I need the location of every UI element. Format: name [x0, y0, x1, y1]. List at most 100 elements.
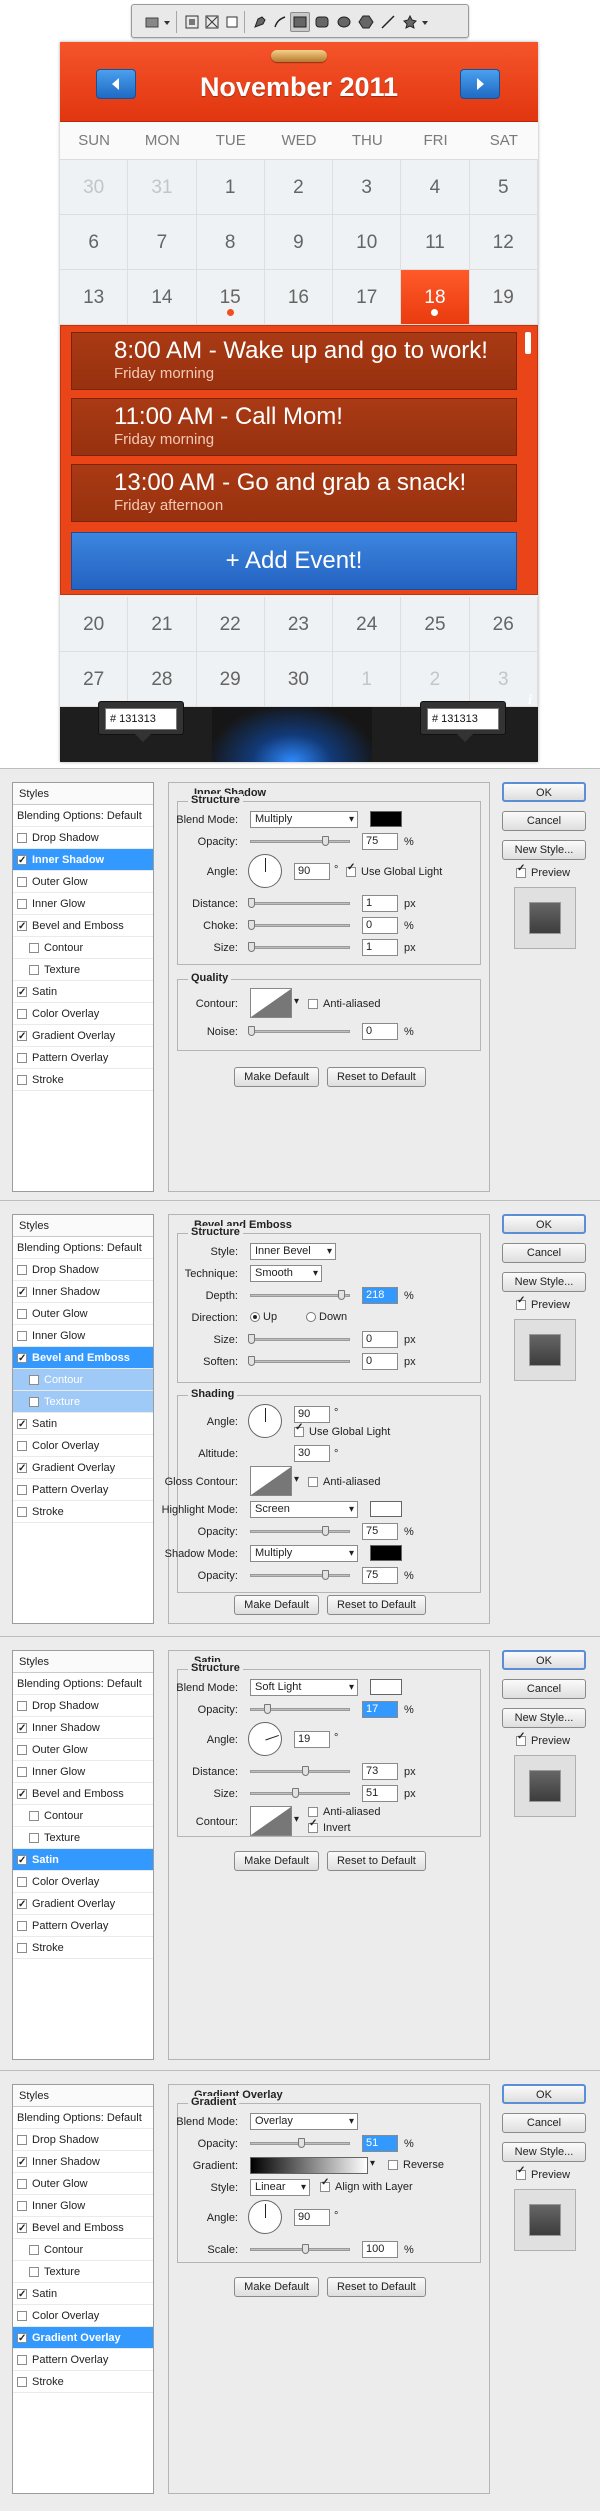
day-cell[interactable]: 21 — [128, 597, 197, 652]
style-item-pattern-overlay[interactable]: Pattern Overlay — [13, 1915, 153, 1937]
style-item-blending[interactable]: Blending Options: Default — [13, 805, 153, 827]
reset-default-button[interactable]: Reset to Default — [326, 1851, 426, 1871]
choke-slider[interactable] — [250, 924, 350, 927]
day-cell[interactable]: 1 — [333, 652, 402, 707]
day-cell-with-event[interactable]: 15 — [196, 270, 265, 325]
ok-button[interactable]: OK — [502, 1650, 586, 1670]
checkbox[interactable] — [17, 898, 27, 909]
styles-header[interactable]: Styles — [13, 1215, 153, 1237]
day-cell[interactable]: 3 — [333, 160, 402, 215]
day-cell[interactable]: 16 — [264, 270, 334, 325]
down-radio[interactable]: Down — [306, 1311, 347, 1323]
info-icon[interactable]: i — [528, 693, 532, 709]
dropdown-arrow-icon[interactable] — [420, 12, 430, 32]
style-item-satin[interactable]: Satin — [13, 1849, 153, 1872]
checkbox[interactable] — [29, 942, 39, 953]
style-item-blending[interactable]: Blending Options: Default — [13, 1237, 153, 1259]
global-light-checkbox[interactable]: Use Global Light — [294, 1422, 390, 1438]
opacity-slider[interactable] — [250, 1530, 350, 1533]
preview-checkbox[interactable]: Preview — [502, 1295, 586, 1311]
style-item-inner-glow[interactable]: Inner Glow — [13, 1325, 153, 1347]
blend-mode-select[interactable]: Overlay — [250, 2113, 358, 2130]
day-cell[interactable]: 22 — [196, 597, 265, 652]
opacity-input[interactable]: 75 — [362, 1523, 398, 1540]
anti-aliased-checkbox[interactable]: Anti-aliased — [308, 1476, 380, 1488]
rectangle-tool-icon[interactable] — [290, 12, 310, 32]
style-item-drop-shadow[interactable]: Drop Shadow — [13, 1695, 153, 1717]
freeform-pen-icon[interactable] — [270, 12, 290, 32]
day-cell[interactable]: 30 — [264, 652, 334, 707]
pen-tool-icon[interactable] — [250, 12, 270, 32]
reset-default-button[interactable]: Reset to Default — [326, 1067, 426, 1087]
shadow-mode-select[interactable]: Multiply — [250, 1545, 358, 1562]
new-style-button[interactable]: New Style... — [502, 1272, 586, 1292]
style-item-inner-shadow[interactable]: Inner Shadow — [13, 849, 153, 872]
styles-header[interactable]: Styles — [13, 783, 153, 805]
style-item-texture[interactable]: Texture — [13, 1827, 153, 1849]
style-item-stroke[interactable]: Stroke — [13, 1501, 153, 1523]
style-item-texture[interactable]: Texture — [13, 959, 153, 981]
make-default-button[interactable]: Make Default — [234, 1851, 319, 1871]
style-item-outer-glow[interactable]: Outer Glow — [13, 1303, 153, 1325]
styles-header[interactable]: Styles — [13, 1651, 153, 1673]
preview-checkbox[interactable]: Preview — [502, 1731, 586, 1747]
anti-aliased-checkbox[interactable]: Anti-aliased — [308, 998, 380, 1010]
hex-value[interactable]: # 131313 — [105, 708, 177, 730]
day-cell[interactable]: 30 — [60, 160, 129, 215]
day-cell[interactable]: 11 — [401, 215, 470, 270]
slider-knob[interactable] — [248, 942, 255, 952]
day-cell[interactable]: 4 — [401, 160, 470, 215]
checkbox[interactable] — [17, 982, 27, 1004]
style-item-contour[interactable]: Contour — [13, 2239, 153, 2261]
style-item-bevel[interactable]: Bevel and Emboss — [13, 2217, 153, 2240]
preview-checkbox[interactable]: Preview — [502, 2165, 586, 2181]
opacity-input[interactable]: 75 — [362, 833, 398, 850]
ok-button[interactable]: OK — [502, 782, 586, 802]
size-slider[interactable] — [250, 946, 350, 949]
style-item-contour[interactable]: Contour — [13, 937, 153, 959]
style-item-texture[interactable]: Texture — [13, 2261, 153, 2283]
angle-dial[interactable] — [248, 854, 282, 888]
slider-knob[interactable] — [298, 2138, 305, 2148]
style-item-satin[interactable]: Satin — [13, 981, 153, 1004]
day-cell[interactable]: 23 — [264, 597, 334, 652]
opacity-input[interactable]: 17 — [362, 1701, 398, 1718]
new-style-button[interactable]: New Style... — [502, 1708, 586, 1728]
distance-input[interactable]: 73 — [362, 1763, 398, 1780]
angle-input[interactable]: 90 — [294, 2209, 330, 2226]
day-cell[interactable]: 6 — [60, 215, 129, 270]
style-item-gradient-overlay[interactable]: Gradient Overlay — [13, 1893, 153, 1916]
day-cell[interactable]: 2 — [264, 160, 334, 215]
style-item-drop-shadow[interactable]: Drop Shadow — [13, 1259, 153, 1281]
size-slider[interactable] — [250, 1338, 350, 1341]
style-item-bevel[interactable]: Bevel and Emboss — [13, 915, 153, 938]
style-item-drop-shadow[interactable]: Drop Shadow — [13, 827, 153, 849]
reset-default-button[interactable]: Reset to Default — [326, 2277, 426, 2297]
style-item-texture[interactable]: Texture — [13, 1391, 153, 1413]
angle-dial[interactable] — [248, 2200, 282, 2234]
slider-knob[interactable] — [248, 898, 255, 908]
style-item-inner-glow[interactable]: Inner Glow — [13, 1761, 153, 1783]
checkbox[interactable] — [17, 1052, 27, 1063]
event-item[interactable]: 11:00 AM - Call Mom! Friday morning — [71, 398, 517, 456]
noise-input[interactable]: 0 — [362, 1023, 398, 1040]
size-input[interactable]: 1 — [362, 939, 398, 956]
chevron-down-icon[interactable]: ▾ — [370, 2158, 375, 2169]
highlight-mode-select[interactable]: Screen — [250, 1501, 358, 1518]
style-item-blending[interactable]: Blending Options: Default — [13, 1673, 153, 1695]
style-item-inner-shadow[interactable]: Inner Shadow — [13, 1717, 153, 1740]
distance-input[interactable]: 1 — [362, 895, 398, 912]
opacity-input[interactable]: 75 — [362, 1567, 398, 1584]
day-cell[interactable]: 13 — [60, 270, 129, 325]
style-item-contour[interactable]: Contour — [13, 1369, 153, 1391]
day-cell[interactable]: 20 — [60, 597, 129, 652]
noise-slider[interactable] — [250, 1030, 350, 1033]
blend-mode-select[interactable]: Soft Light — [250, 1679, 358, 1696]
bevel-style-select[interactable]: Inner Bevel — [250, 1243, 336, 1260]
checkbox[interactable] — [17, 1026, 27, 1048]
style-item-outer-glow[interactable]: Outer Glow — [13, 1739, 153, 1761]
checkbox[interactable] — [17, 850, 27, 872]
day-cell[interactable]: 28 — [128, 652, 197, 707]
contour-picker[interactable] — [250, 988, 292, 1018]
line-tool-icon[interactable] — [378, 12, 398, 32]
